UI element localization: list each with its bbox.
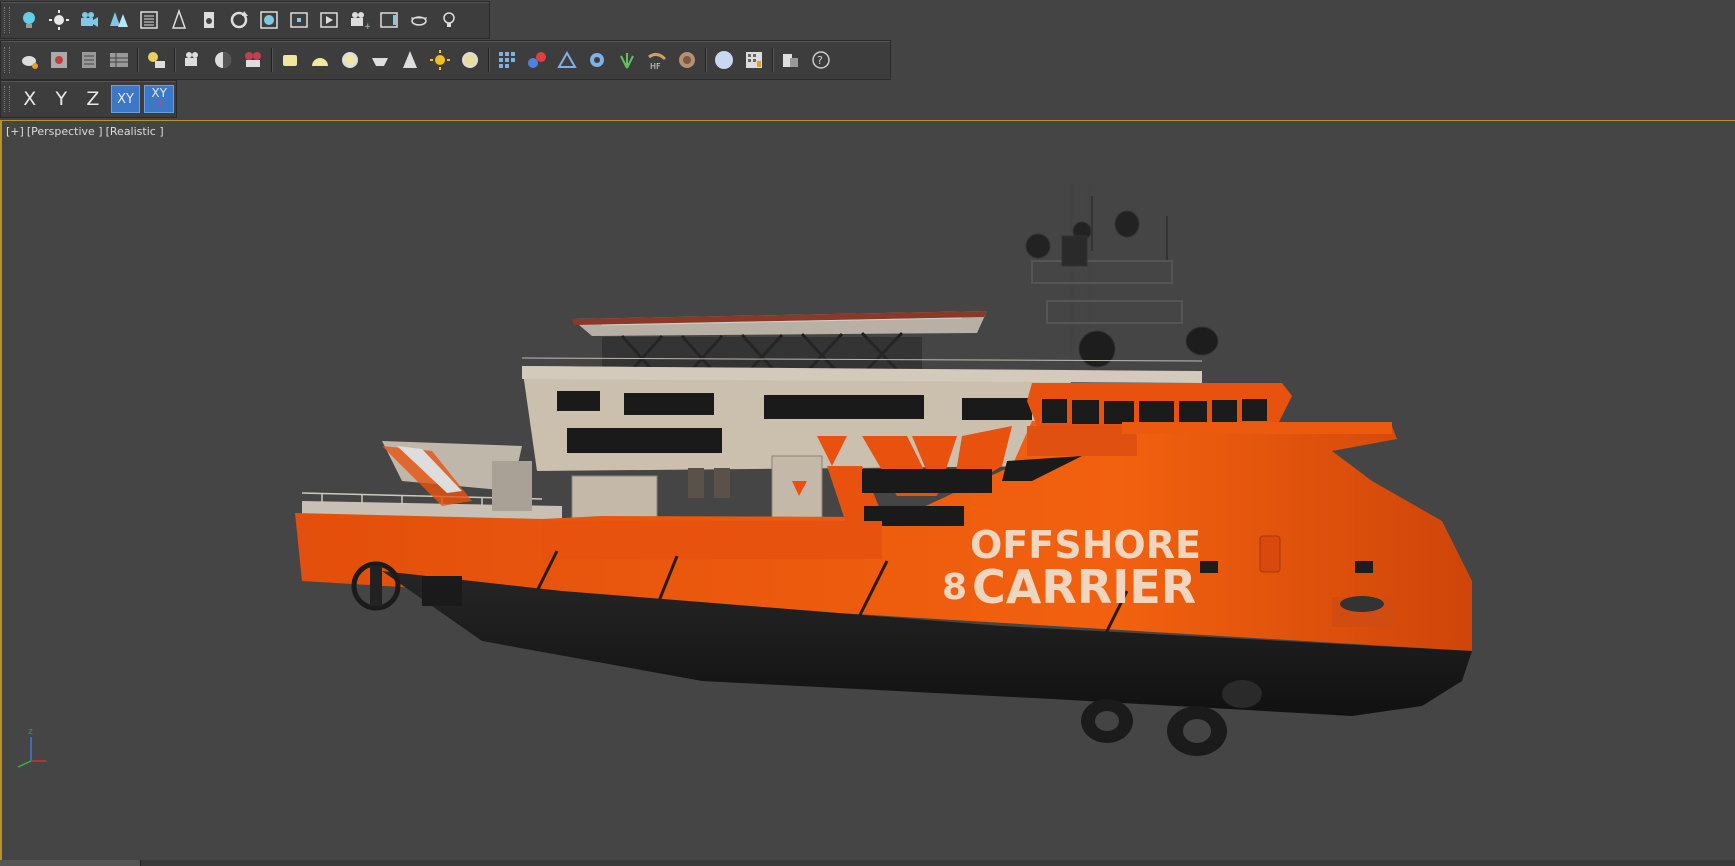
light-bulb-outline-icon[interactable] <box>434 5 464 35</box>
status-strip <box>0 860 1735 866</box>
svg-text:+: + <box>364 22 370 31</box>
render-frame-icon[interactable] <box>254 5 284 35</box>
ship-name-number: 8 <box>942 567 967 608</box>
sphere-half-icon[interactable] <box>208 45 238 75</box>
anchor-icon[interactable] <box>194 5 224 35</box>
toolbar-separator <box>772 48 773 72</box>
envelope-icon[interactable] <box>552 45 582 75</box>
tree-icon[interactable] <box>104 5 134 35</box>
cone-icon[interactable] <box>164 5 194 35</box>
grass-icon[interactable] <box>612 45 642 75</box>
axis-xy-snap-label: XY <box>151 86 167 100</box>
axis-gizmo-icon: z <box>17 727 46 768</box>
film-camera-icon[interactable] <box>238 45 268 75</box>
axis-xy-snap-button[interactable]: XY ∩ <box>144 85 175 113</box>
sphere-yellow-icon[interactable] <box>455 45 485 75</box>
toolbar-separator <box>174 48 175 72</box>
toolbar-axis-constraints: X Y Z XY XY ∩ <box>0 80 177 118</box>
help-icon[interactable]: ? <box>806 45 836 75</box>
play-frame-icon[interactable] <box>314 5 344 35</box>
shell-icon[interactable] <box>672 45 702 75</box>
toolbar-row-2: HF ? <box>0 40 891 80</box>
axis-z-button[interactable]: Z <box>77 84 109 114</box>
ship-model[interactable]: OFFSHORE 8 CARRIER <box>2 121 1735 861</box>
grid-icon[interactable] <box>492 45 522 75</box>
move-icon[interactable] <box>284 5 314 35</box>
light-bulb-icon[interactable] <box>14 5 44 35</box>
sun-light-icon[interactable] <box>44 5 74 35</box>
axis-y-button[interactable]: Y <box>46 84 78 114</box>
ship-name-line-2: CARRIER <box>972 560 1196 614</box>
sphere-white-icon[interactable] <box>709 45 739 75</box>
disc-icon[interactable] <box>335 45 365 75</box>
frame-icon[interactable] <box>374 5 404 35</box>
svg-text:?: ? <box>817 54 823 67</box>
magnet-icon: ∩ <box>155 99 163 110</box>
table-icon[interactable] <box>104 45 134 75</box>
render-window-icon[interactable] <box>44 45 74 75</box>
axis-x-button[interactable]: X <box>14 84 46 114</box>
teapot-render-icon[interactable] <box>14 45 44 75</box>
sun-icon[interactable] <box>425 45 455 75</box>
toolbar-separator <box>271 48 272 72</box>
toolbar-separator <box>488 48 489 72</box>
bowl-icon[interactable] <box>365 45 395 75</box>
toolbar-row-1: + <box>0 1 490 39</box>
camera-plus-icon[interactable]: + <box>344 5 374 35</box>
list-icon[interactable] <box>134 5 164 35</box>
box-icon[interactable] <box>275 45 305 75</box>
hair-fur-icon[interactable]: HF <box>642 45 672 75</box>
teapot-icon[interactable] <box>404 5 434 35</box>
svg-text:HF: HF <box>650 62 661 71</box>
gear-icon[interactable] <box>582 45 612 75</box>
cone-light-icon[interactable] <box>395 45 425 75</box>
toolbar-grip[interactable] <box>4 86 10 112</box>
camera-icon[interactable] <box>178 45 208 75</box>
list-panel-icon[interactable] <box>74 45 104 75</box>
rotate-icon[interactable] <box>224 5 254 35</box>
light-list-icon[interactable] <box>141 45 171 75</box>
copy-icon[interactable] <box>776 45 806 75</box>
aft-deck <box>301 441 562 521</box>
toolbar-separator <box>705 48 706 72</box>
camera-group-icon[interactable] <box>74 5 104 35</box>
axis-xy-button[interactable]: XY <box>110 85 141 113</box>
mast <box>1025 181 1219 381</box>
status-tab[interactable] <box>0 860 141 866</box>
toolbar-area: + HF ? X Y Z XY XY ∩ <box>0 0 1735 120</box>
toolbar-grip[interactable] <box>4 7 10 33</box>
svg-text:z: z <box>28 727 33 737</box>
toolbar-grip[interactable] <box>4 47 10 73</box>
toolbar-separator <box>137 48 138 72</box>
material-grid-icon[interactable] <box>739 45 769 75</box>
viewport-perspective[interactable]: [+] [Perspective ] [Realistic ] OFFSHORE… <box>0 120 1735 862</box>
molecule-icon[interactable] <box>522 45 552 75</box>
dome-icon[interactable] <box>305 45 335 75</box>
